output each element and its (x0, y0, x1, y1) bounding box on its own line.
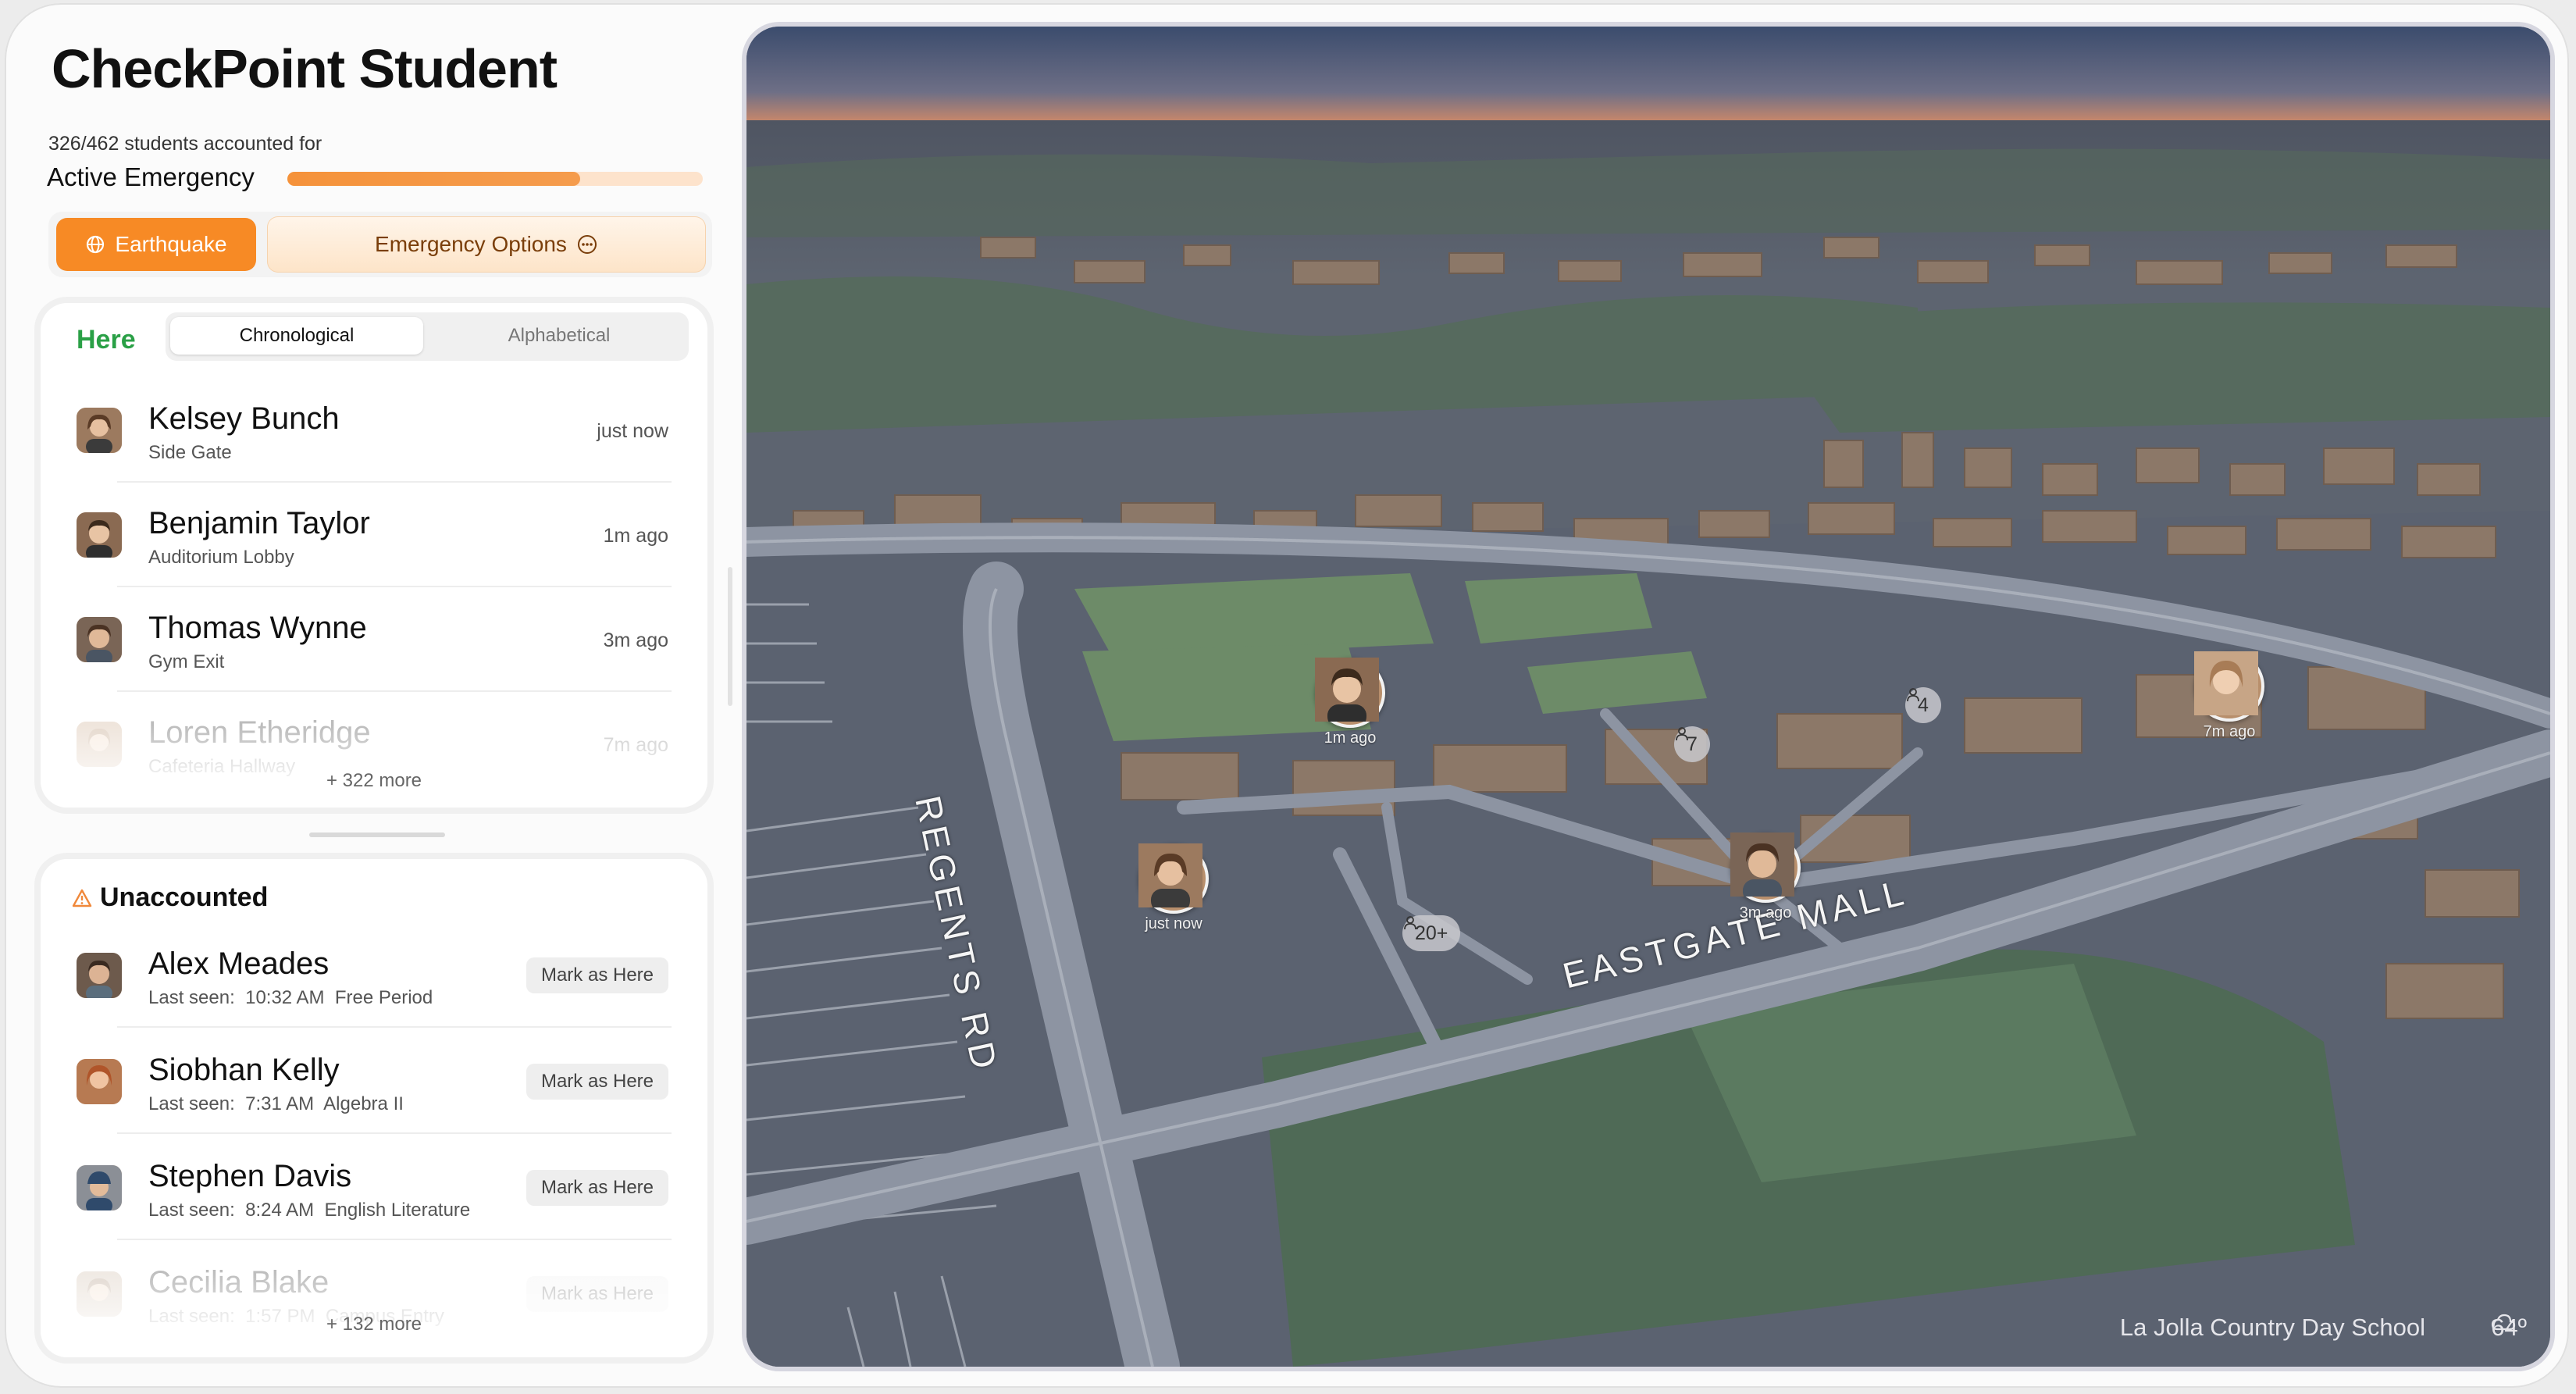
checkin-time: 1m ago (603, 525, 668, 547)
list-item[interactable]: Benjamin Taylor Auditorium Lobby 1m ago (77, 483, 672, 587)
last-seen-label: Last seen: (148, 1093, 235, 1114)
student-cluster[interactable]: 20+ (1402, 915, 1461, 951)
cluster-count: 20+ (1415, 922, 1448, 944)
student-marker[interactable]: 7m ago (2194, 651, 2264, 741)
student-name: Kelsey Bunch (148, 401, 340, 436)
person-icon (1907, 688, 1919, 702)
here-panel: Here Chronological Alphabetical Kelsey B… (41, 303, 707, 808)
last-seen-time: 7:31 AM (245, 1093, 315, 1114)
campus-map[interactable]: REGENTS RD EASTGATE MALL 1m ago just now… (746, 27, 2550, 1367)
student-location: Side Gate (148, 442, 232, 463)
student-name: Alex Meades (148, 947, 330, 981)
marker-time: just now (1145, 915, 1202, 932)
emergency-controls: Earthquake Emergency Options (48, 212, 712, 277)
more-unaccounted-link[interactable]: + 132 more (41, 1314, 707, 1335)
unaccounted-header: Unaccounted (72, 882, 268, 913)
last-seen-class: Algebra II (323, 1093, 404, 1114)
student-cluster[interactable]: 4 (1905, 687, 1941, 723)
map-canvas (746, 27, 2550, 1367)
mark-as-here-button[interactable]: Mark as Here (526, 957, 668, 993)
person-icon (1676, 727, 1688, 741)
avatar (1138, 843, 1209, 914)
student-name: Cecilia Blake (148, 1265, 330, 1300)
mark-as-here-button[interactable]: Mark as Here (526, 1064, 668, 1100)
last-seen-info: Last seen: 8:24 AM English Literature (148, 1200, 470, 1221)
student-location: Auditorium Lobby (148, 547, 294, 568)
more-circle-icon (577, 235, 597, 254)
student-name: Benjamin Taylor (148, 506, 370, 540)
student-name: Loren Etheridge (148, 715, 371, 750)
emergency-status: Active Emergency (47, 162, 255, 191)
avatar (1730, 832, 1801, 903)
unaccounted-panel: Unaccounted Alex Meades Last seen: 10:32… (41, 859, 707, 1357)
avatar (77, 617, 122, 662)
app-title: CheckPoint Student (52, 38, 558, 99)
more-here-link[interactable]: + 322 more (41, 770, 707, 792)
cloud-icon (2492, 1314, 2516, 1331)
last-seen-time: 10:32 AM (245, 987, 325, 1008)
list-item[interactable]: Kelsey Bunch Side Gate just now (77, 378, 672, 483)
list-item: Siobhan Kelly Last seen: 7:31 AM Algebra… (77, 1029, 672, 1134)
marker-time: 1m ago (1324, 729, 1377, 747)
checkin-time: 3m ago (603, 629, 668, 651)
tab-alphabetical[interactable]: Alphabetical (433, 317, 686, 355)
last-seen-class: Free Period (334, 987, 433, 1008)
avatar (77, 512, 122, 558)
student-marker[interactable]: 3m ago (1730, 832, 1801, 922)
app-window: CheckPoint Student 326/462 students acco… (5, 3, 2569, 1388)
divider (117, 1026, 672, 1028)
list-item: Alex Meades Last seen: 10:32 AM Free Per… (77, 923, 672, 1028)
divider (117, 1132, 672, 1134)
earthquake-label: Earthquake (115, 232, 227, 256)
accounted-progress-bar (287, 172, 703, 186)
emergency-options-label: Emergency Options (375, 232, 567, 256)
avatar (77, 722, 122, 767)
list-item: Stephen Davis Last seen: 8:24 AM English… (77, 1136, 672, 1240)
sidebar: CheckPoint Student 326/462 students acco… (5, 3, 723, 1388)
avatar (77, 1059, 122, 1104)
person-icon (1404, 916, 1416, 930)
avatar (2194, 651, 2264, 722)
sort-segmented-control: Chronological Alphabetical (166, 312, 689, 361)
here-title: Here (77, 325, 136, 355)
last-seen-info: Last seen: 10:32 AM Free Period (148, 987, 433, 1009)
split-resize-handle[interactable] (728, 567, 732, 706)
avatar (77, 1165, 122, 1210)
progress-fill (287, 172, 581, 186)
earthquake-button[interactable]: Earthquake (56, 218, 256, 271)
avatar (77, 953, 122, 998)
student-name: Stephen Davis (148, 1159, 352, 1193)
student-cluster[interactable]: 7 (1674, 726, 1710, 762)
list-item[interactable]: Thomas Wynne Gym Exit 3m ago (77, 587, 672, 692)
last-seen-class: English Literature (324, 1200, 471, 1221)
student-marker[interactable]: just now (1138, 843, 1209, 933)
tab-chronological[interactable]: Chronological (170, 317, 423, 355)
last-seen-info: Last seen: 7:31 AM Algebra II (148, 1093, 404, 1115)
divider (117, 1239, 672, 1240)
globe-icon (87, 235, 105, 254)
panel-resize-handle[interactable] (309, 832, 445, 837)
emergency-options-button[interactable]: Emergency Options (267, 216, 706, 273)
mark-as-here-button[interactable]: Mark as Here (526, 1170, 668, 1206)
student-name: Siobhan Kelly (148, 1053, 340, 1087)
student-marker[interactable]: 1m ago (1315, 658, 1385, 747)
avatar (1315, 658, 1385, 728)
checkin-time: 7m ago (603, 734, 668, 756)
checkin-time: just now (597, 420, 668, 442)
marker-time: 3m ago (1739, 904, 1792, 922)
last-seen-label: Last seen: (148, 987, 235, 1008)
unaccounted-title: Unaccounted (100, 882, 269, 912)
avatar (77, 408, 122, 453)
accounted-count: 326/462 students accounted for (48, 133, 322, 155)
student-location: Gym Exit (148, 651, 225, 672)
school-name: La Jolla Country Day School (2119, 1314, 2425, 1341)
avatar (77, 1271, 122, 1317)
mark-as-here-button[interactable]: Mark as Here (526, 1276, 668, 1312)
marker-time: 7m ago (2203, 723, 2256, 740)
last-seen-time: 8:24 AM (245, 1200, 315, 1221)
student-name: Thomas Wynne (148, 611, 367, 645)
warning-icon (72, 889, 92, 907)
last-seen-label: Last seen: (148, 1200, 235, 1221)
weather-readout: 64º (2491, 1314, 2527, 1342)
